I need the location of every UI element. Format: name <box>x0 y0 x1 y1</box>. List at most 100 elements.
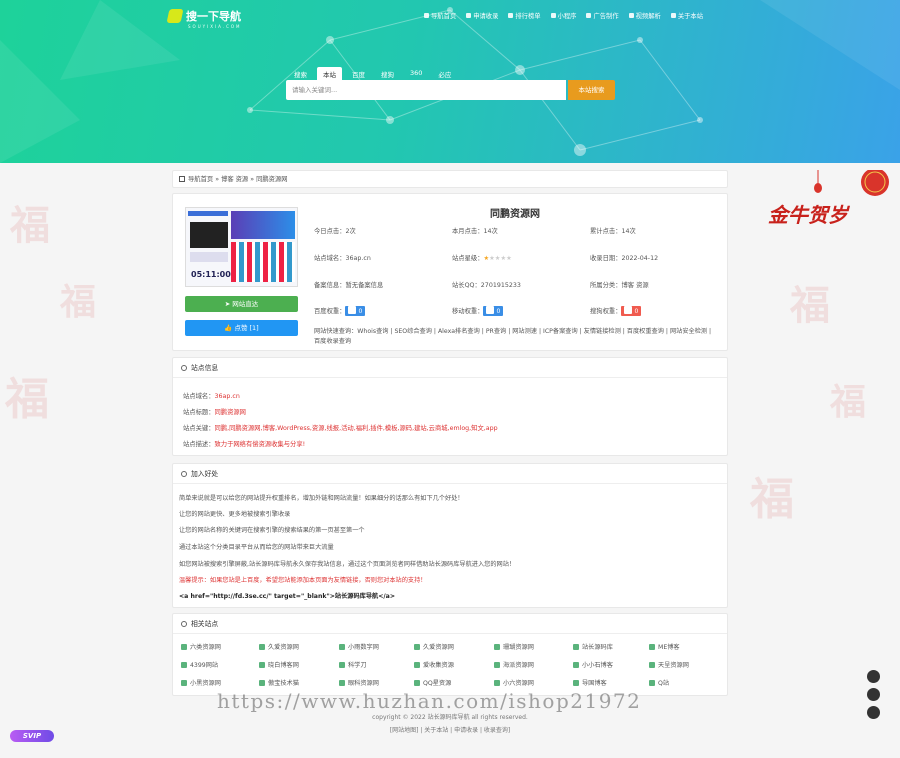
related-site-link[interactable]: 久爱资源网 <box>259 642 299 651</box>
tab-site[interactable]: 本站 <box>317 67 342 81</box>
site-logo[interactable]: 搜一下导航 SOUYIXIA.COM <box>166 8 241 29</box>
join-line-2: 让您的网站更快、更多地被搜索引擎收录 <box>179 511 291 518</box>
copyright: copyright © 2022 站长源码库导航 all rights rese… <box>372 714 528 721</box>
related-site-link[interactable]: 小小石博客 <box>573 660 613 669</box>
rating-stars: ★★★★★ <box>483 255 511 262</box>
nav-home[interactable]: 导航首页 <box>424 11 456 20</box>
related-heading: 相关站点 <box>173 614 727 634</box>
bg-fu-char-5: 福 <box>830 381 867 423</box>
related-site-link[interactable]: 科学刀 <box>339 660 367 669</box>
info-row-domain: 站点域名：36ap.cn <box>183 393 240 400</box>
site-icon <box>181 680 187 686</box>
bg-fu-char-2: 福 <box>60 281 97 323</box>
watermark: https://www.huzhan.com/ishop21972 <box>217 689 642 713</box>
baidu-weight-badge: 0 <box>345 306 366 316</box>
mobile-weight: 移动权重： 0 <box>452 306 504 316</box>
scroll-top-button[interactable] <box>867 670 880 683</box>
search-button[interactable]: 本站搜索 <box>568 80 615 100</box>
shot-grid <box>231 242 295 282</box>
related-site-link[interactable]: 导国博客 <box>573 678 607 687</box>
tab-360[interactable]: 360 <box>404 67 428 81</box>
rss-icon <box>181 365 187 371</box>
join-line-1: 简单来说就是可以给您的网站提升权重排名，增加外链和网站流量！如果细分的话那么有如… <box>179 495 464 502</box>
info-domain-link[interactable]: 36ap.cn <box>214 393 239 400</box>
share-button[interactable] <box>867 688 880 701</box>
site-icon <box>339 662 345 668</box>
tab-bing[interactable]: 必应 <box>432 67 457 81</box>
site-detail-card: 05:11:00 ➤ 网站直达 👍 点赞 [1] 同鹏资源网 今日点击：2次 本… <box>172 193 728 351</box>
svip-badge[interactable]: SVIP <box>10 730 54 742</box>
related-site-link[interactable]: 爱收集资源 <box>414 660 454 669</box>
category: 所属分类：博客 资源 <box>590 282 649 289</box>
feedback-button[interactable] <box>867 706 880 719</box>
site-icon <box>259 644 265 650</box>
related-site-link[interactable]: 小六资源网 <box>494 678 534 687</box>
site-icon <box>181 644 187 650</box>
site-icon <box>573 680 579 686</box>
related-site-link[interactable]: 站长源码库 <box>573 642 613 651</box>
mobile-icon <box>486 306 495 314</box>
join-link-code: <a href="http://fd.3se.cc/" target="_bla… <box>179 593 396 600</box>
comment-icon <box>181 471 187 477</box>
site-icon <box>339 680 345 686</box>
related-site-link[interactable]: Q站 <box>649 678 669 687</box>
visit-site-button[interactable]: ➤ 网站直达 <box>185 296 298 312</box>
footer-links[interactable]: [网站地图] | 关于本站 | 申请收录 | 收录查询] <box>0 725 900 734</box>
related-site-link[interactable]: 六类资源网 <box>181 642 221 651</box>
nav-ads[interactable]: 广告制作 <box>586 11 619 20</box>
related-site-link[interactable]: 天呈资源网 <box>649 660 689 669</box>
site-icon <box>339 644 345 650</box>
sogou-weight: 搜狗权重： 0 <box>590 306 642 316</box>
breadcrumb-text[interactable]: 导航首页 » 博客 资源 » 同鹏资源网 <box>188 176 288 183</box>
home-icon <box>179 176 185 182</box>
site-domain: 站点域名：36ap.cn <box>314 255 371 262</box>
tab-sogou[interactable]: 搜狗 <box>375 67 400 81</box>
related-site-link[interactable]: 小雨数字网 <box>339 642 379 651</box>
nav-about[interactable]: 关于本站 <box>670 11 703 20</box>
category-link[interactable]: 博客 资源 <box>621 282 648 289</box>
search-input[interactable]: 请输入关键词... <box>286 80 566 100</box>
site-icon <box>414 644 420 650</box>
bg-fu-char-3: 福 <box>5 374 49 425</box>
shot-video <box>190 222 228 248</box>
video-icon <box>628 13 634 18</box>
bg-fu-char-6: 福 <box>750 474 794 525</box>
logo-text: 搜一下导航 <box>186 10 241 23</box>
join-line-4: 通过本站这个分类目录平台从而给您的网站带来巨大流量 <box>179 544 334 551</box>
tab-baidu[interactable]: 百度 <box>346 67 371 81</box>
search-tabs: 搜索 本站 百度 搜狗 360 必应 <box>288 67 461 81</box>
related-site-link[interactable]: 珊瑚资源网 <box>494 642 534 651</box>
chart-icon <box>508 13 514 18</box>
related-site-link[interactable]: QQ星资源 <box>414 678 451 687</box>
owner-qq: 站长QQ：2701915233 <box>452 282 521 289</box>
site-info-heading: 站点信息 <box>173 358 727 378</box>
site-name: 同鹏资源网 <box>490 209 540 220</box>
tab-search[interactable]: 搜索 <box>288 67 313 81</box>
nav-video[interactable]: 视频解析 <box>628 11 661 20</box>
related-site-link[interactable]: 久爱资源网 <box>414 642 454 651</box>
hero-banner: 搜一下导航 SOUYIXIA.COM 导航首页 申请收录 排行榜单 小程序 广告… <box>0 0 900 163</box>
join-benefits-section: 加入好处 简单来说就是可以给您的网站提升权重排名，增加外链和网站流量！如果细分的… <box>172 463 728 608</box>
like-button[interactable]: 👍 点赞 [1] <box>185 320 298 336</box>
join-notice: 温馨提示：如果您站是上百度，希望您站能添加本页面为友情链接，否则您对本站的支持！ <box>179 577 427 584</box>
site-icon <box>414 680 420 686</box>
related-site-link[interactable]: 眼科资源网 <box>339 678 379 687</box>
site-icon <box>494 680 500 686</box>
join-heading: 加入好处 <box>173 464 727 484</box>
site-screenshot[interactable]: 05:11:00 <box>185 207 298 287</box>
breadcrumb: 导航首页 » 博客 资源 » 同鹏资源网 <box>172 170 728 188</box>
quick-query-links[interactable]: 网站快速查询：Whois查询 | SEO综合查询 | Alexa排名查询 | P… <box>314 327 719 346</box>
related-site-link[interactable]: 晓白博客网 <box>259 660 299 669</box>
related-site-link[interactable]: 小黑资源网 <box>181 678 221 687</box>
sites-icon <box>181 621 187 627</box>
related-site-link[interactable]: 海派资源网 <box>494 660 534 669</box>
nav-submit[interactable]: 申请收录 <box>466 11 498 20</box>
nav-ranking[interactable]: 排行榜单 <box>508 11 541 20</box>
related-site-link[interactable]: 傲宝技术猫 <box>259 678 299 687</box>
nav-miniapp[interactable]: 小程序 <box>550 11 576 20</box>
related-site-link[interactable]: ME博客 <box>649 642 680 651</box>
top-navigation: 导航首页 申请收录 排行榜单 小程序 广告制作 视频解析 关于本站 <box>424 11 713 20</box>
related-site-link[interactable]: 4399网站 <box>181 660 218 669</box>
info-row-title: 站点标题：同鹏资源网 <box>183 409 246 416</box>
site-icon <box>494 662 500 668</box>
